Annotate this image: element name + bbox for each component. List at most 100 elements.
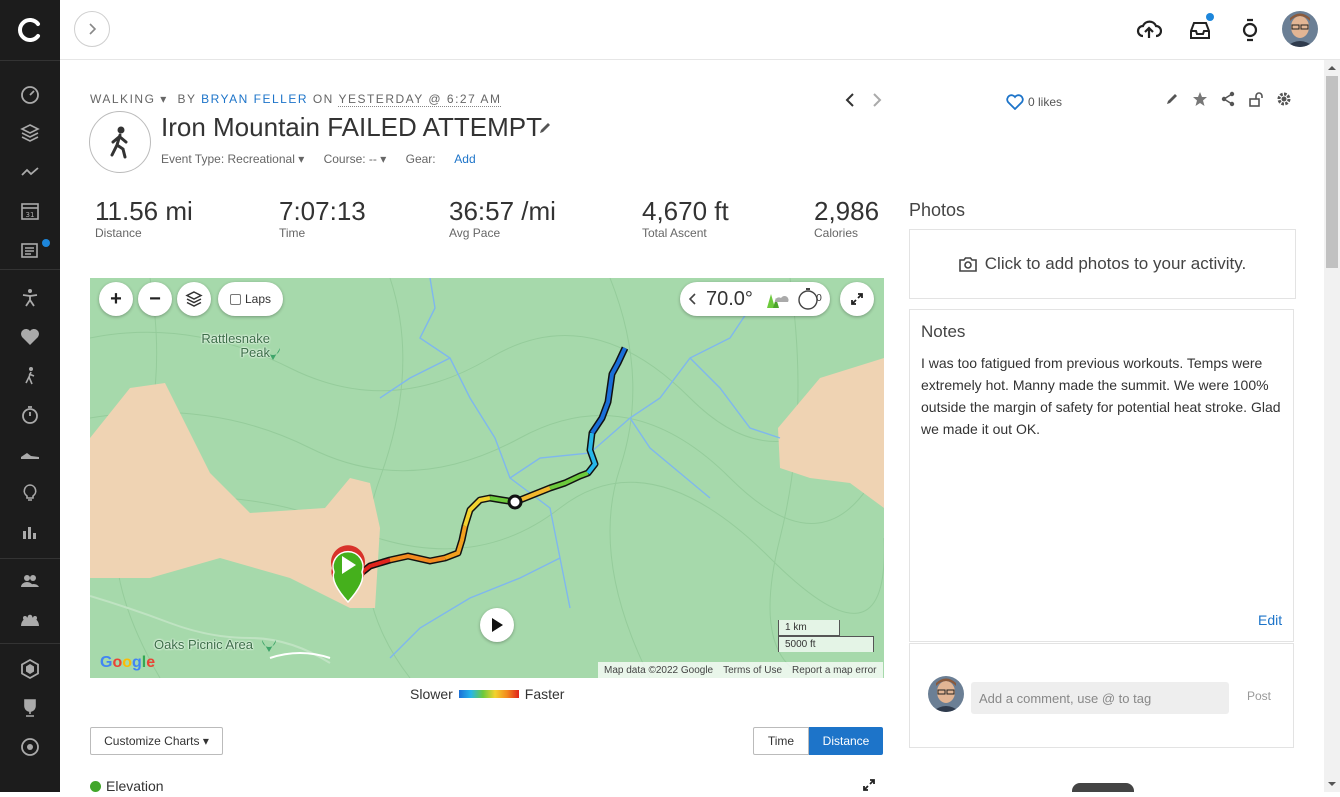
activity-type-dropdown[interactable]: WALKING ▾: [90, 92, 168, 106]
laps-checkbox[interactable]: [230, 293, 241, 305]
toggle-distance-button[interactable]: Distance: [809, 727, 883, 755]
fullscreen-expand-icon: [851, 293, 863, 305]
timer-count: 0: [816, 293, 822, 304]
heart-icon[interactable]: [0, 318, 60, 356]
svg-text:31: 31: [26, 211, 35, 219]
watch-icon[interactable]: [1234, 14, 1266, 46]
post-comment-button[interactable]: Post: [1247, 689, 1271, 703]
place-label-oaks-picnic-area: Oaks Picnic Area: [154, 637, 253, 652]
fullscreen-button[interactable]: [840, 282, 874, 316]
place-label-rattlesnake-peak: Rattlesnake Peak: [201, 331, 270, 360]
elevation-color-dot: [90, 780, 101, 792]
walking-activity-icon: [89, 111, 151, 173]
route-map[interactable]: + − Laps 70.0° 0 Rattlesnake Peak Oaks P…: [90, 278, 884, 678]
likes[interactable]: 0 likes: [1006, 94, 1062, 110]
golf-icon[interactable]: [0, 357, 60, 395]
trophy-icon[interactable]: [0, 689, 60, 727]
insights-lightbulb-icon[interactable]: [0, 474, 60, 512]
play-route-button[interactable]: [480, 608, 514, 642]
garmin-connect-logo-icon[interactable]: [0, 0, 60, 60]
badges-hexagon-icon[interactable]: [0, 650, 60, 688]
camera-icon: [958, 257, 977, 272]
target-icon[interactable]: [0, 728, 60, 766]
heart-outline-icon: [1006, 94, 1024, 110]
groups-icon[interactable]: [0, 601, 60, 639]
expand-sidebar-button[interactable]: [74, 11, 110, 47]
scroll-thumb[interactable]: [1326, 76, 1338, 268]
edit-notes-link[interactable]: Edit: [1258, 612, 1282, 628]
pace-gradient-bar: [458, 690, 519, 698]
scale-ft: 5000 ft: [778, 636, 874, 652]
customize-charts-button[interactable]: Customize Charts ▾: [90, 727, 223, 755]
edit-pencil-icon[interactable]: [1163, 90, 1181, 108]
start-finish-marker: [331, 545, 365, 604]
trend-line-icon[interactable]: [0, 153, 60, 191]
comment-panel: Post: [909, 643, 1294, 748]
gear-field: Gear: Add: [405, 152, 476, 166]
layers-icon[interactable]: [0, 114, 60, 152]
add-photos-area[interactable]: Click to add photos to your activity.: [909, 229, 1296, 299]
notes-panel: Notes I was too fatigued from previous w…: [909, 309, 1294, 642]
connections-icon[interactable]: [0, 562, 60, 600]
privacy-lock-icon[interactable]: [1247, 90, 1265, 108]
route-midpoint-marker: [507, 494, 523, 510]
terms-of-use-link[interactable]: Terms of Use: [723, 665, 782, 676]
photos-title: Photos: [909, 200, 966, 220]
notification-dot: [42, 239, 50, 247]
likes-count: 0 likes: [1028, 95, 1063, 109]
sidebar: 31: [0, 0, 60, 792]
activity-sub-meta: Event Type: Recreational ▾ Course: -- ▾ …: [161, 152, 508, 166]
weather-panel[interactable]: 70.0° 0: [680, 282, 830, 316]
cloud-upload-icon[interactable]: [1133, 14, 1165, 46]
map-layers-button[interactable]: [177, 282, 211, 316]
layers-icon: [185, 291, 203, 307]
dashboard-gauge-icon[interactable]: [0, 75, 60, 113]
toggle-time-button[interactable]: Time: [753, 727, 809, 755]
report-map-error-link[interactable]: Report a map error: [792, 665, 876, 676]
favorite-star-icon[interactable]: [1191, 90, 1209, 108]
inbox-icon[interactable]: [1184, 13, 1216, 46]
pace-legend: Slower Faster: [410, 686, 564, 702]
comment-input[interactable]: [971, 682, 1229, 714]
share-icon[interactable]: [1219, 90, 1237, 108]
reports-bar-chart-icon[interactable]: [0, 513, 60, 551]
chevron-left-icon[interactable]: [688, 292, 698, 306]
by-label: BY: [177, 92, 197, 106]
news-feed-icon[interactable]: [0, 231, 60, 269]
calendar-icon[interactable]: 31: [0, 192, 60, 230]
edit-title-pencil-icon[interactable]: [538, 121, 552, 140]
stat-distance: 11.56 mi Distance: [95, 196, 193, 240]
activity-meta-line: WALKING ▾ BY BRYAN FELLER ON YESTERDAY @…: [90, 92, 502, 107]
device-image-peek: [1072, 783, 1134, 792]
course-dropdown[interactable]: Course: -- ▾: [324, 152, 387, 166]
activity-toolbar: [1163, 90, 1293, 108]
temperature-reading: 70.0°: [706, 287, 753, 310]
scale-km: 1 km: [778, 620, 840, 636]
settings-gear-icon[interactable]: [1275, 90, 1293, 108]
scroll-down-arrow-icon[interactable]: [1324, 776, 1340, 792]
map-scale: 1 km 5000 ft: [778, 620, 874, 652]
stat-avg-pace: 36:57 /mi Avg Pace: [449, 196, 556, 240]
picnic-pin: [262, 640, 276, 652]
zoom-in-button[interactable]: +: [99, 282, 133, 316]
stat-time: 7:07:13 Time: [279, 196, 366, 240]
author-link[interactable]: BRYAN FELLER: [201, 92, 308, 106]
activity-figure-icon[interactable]: [0, 279, 60, 317]
shoe-gear-icon[interactable]: [0, 435, 60, 473]
zoom-out-button[interactable]: −: [138, 282, 172, 316]
event-type-dropdown[interactable]: Event Type: Recreational ▾: [161, 152, 304, 166]
chart-axis-toggle: Time Distance: [753, 727, 883, 755]
user-avatar[interactable]: [1282, 11, 1318, 47]
laps-toggle[interactable]: Laps: [218, 282, 284, 316]
activity-title: Iron Mountain FAILED ATTEMPT: [161, 112, 542, 142]
add-gear-link[interactable]: Add: [454, 152, 475, 166]
google-logo: Google: [100, 654, 156, 671]
notes-text: I was too fatigued from previous workout…: [921, 355, 1281, 437]
play-icon: [492, 618, 503, 632]
stopwatch-icon[interactable]: [0, 396, 60, 434]
inbox-notification-dot: [1206, 13, 1214, 21]
notes-title: Notes: [921, 322, 966, 341]
scroll-up-arrow-icon[interactable]: [1324, 60, 1340, 76]
weather-trees-cloud-icon: [766, 294, 789, 308]
expand-chart-icon[interactable]: [862, 778, 876, 797]
